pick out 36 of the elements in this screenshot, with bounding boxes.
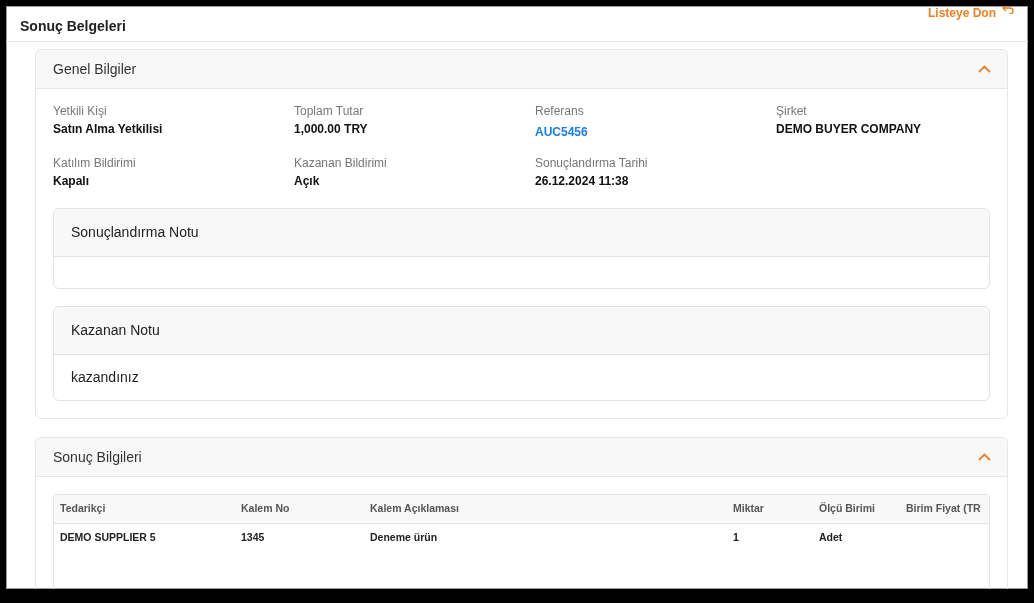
column-header: Kalem Açıklaması: [364, 495, 727, 523]
table-cell: Adet: [813, 523, 900, 553]
panel-title: Sonuç Bilgileri: [53, 447, 142, 467]
column-header: Tedarikçi: [54, 495, 235, 523]
chevron-up-icon[interactable]: [978, 65, 991, 73]
table-cell: Deneme ürün: [364, 523, 727, 553]
column-header: Kalem No: [235, 495, 364, 523]
return-arrow-icon: [1002, 6, 1014, 14]
panel-title: Genel Bilgiler: [53, 59, 137, 79]
field-value: 26.12.2024 11:38: [535, 173, 630, 190]
table-cell: 1: [727, 523, 813, 553]
column-header: Ölçü Birimi: [813, 495, 900, 523]
note-title: Sonuçlandırma Notu: [54, 209, 989, 257]
field-value: Kapalı: [53, 173, 90, 190]
field-value: Açık: [294, 173, 321, 190]
field-label: Referans: [535, 103, 585, 119]
panel-header[interactable]: Genel Bilgiler: [36, 50, 1007, 89]
field-label: Şirket: [776, 103, 808, 119]
field-label: Toplam Tutar: [294, 103, 365, 119]
field-value: DEMO BUYER COMPANY: [776, 121, 923, 138]
page-title: Sonuç Belgeleri: [20, 17, 126, 36]
field-label: Kazanan Bildirimi: [294, 155, 388, 171]
column-header: Miktar: [727, 495, 813, 523]
note-title: Kazanan Notu: [54, 307, 989, 355]
note-text: kazandınız: [71, 369, 139, 385]
panel-header[interactable]: Sonuç Bilgileri: [36, 438, 1007, 477]
reference-link[interactable]: AUC5456: [535, 122, 588, 142]
field-value: Satın Alma Yetkilisi: [53, 121, 164, 138]
chevron-up-icon[interactable]: [978, 453, 991, 461]
field-label: Katılım Bildirimi: [53, 155, 137, 171]
table-cell: 1345: [235, 523, 364, 553]
field-label: Sonuçlandırma Tarihi: [535, 155, 649, 171]
table-cell: DEMO SUPPLIER 5: [54, 523, 235, 553]
field-label: Yetkili Kişi: [53, 103, 108, 119]
field-value: 1,000.00 TRY: [294, 121, 369, 138]
column-header: Birim Fiyat (TR: [900, 495, 989, 523]
